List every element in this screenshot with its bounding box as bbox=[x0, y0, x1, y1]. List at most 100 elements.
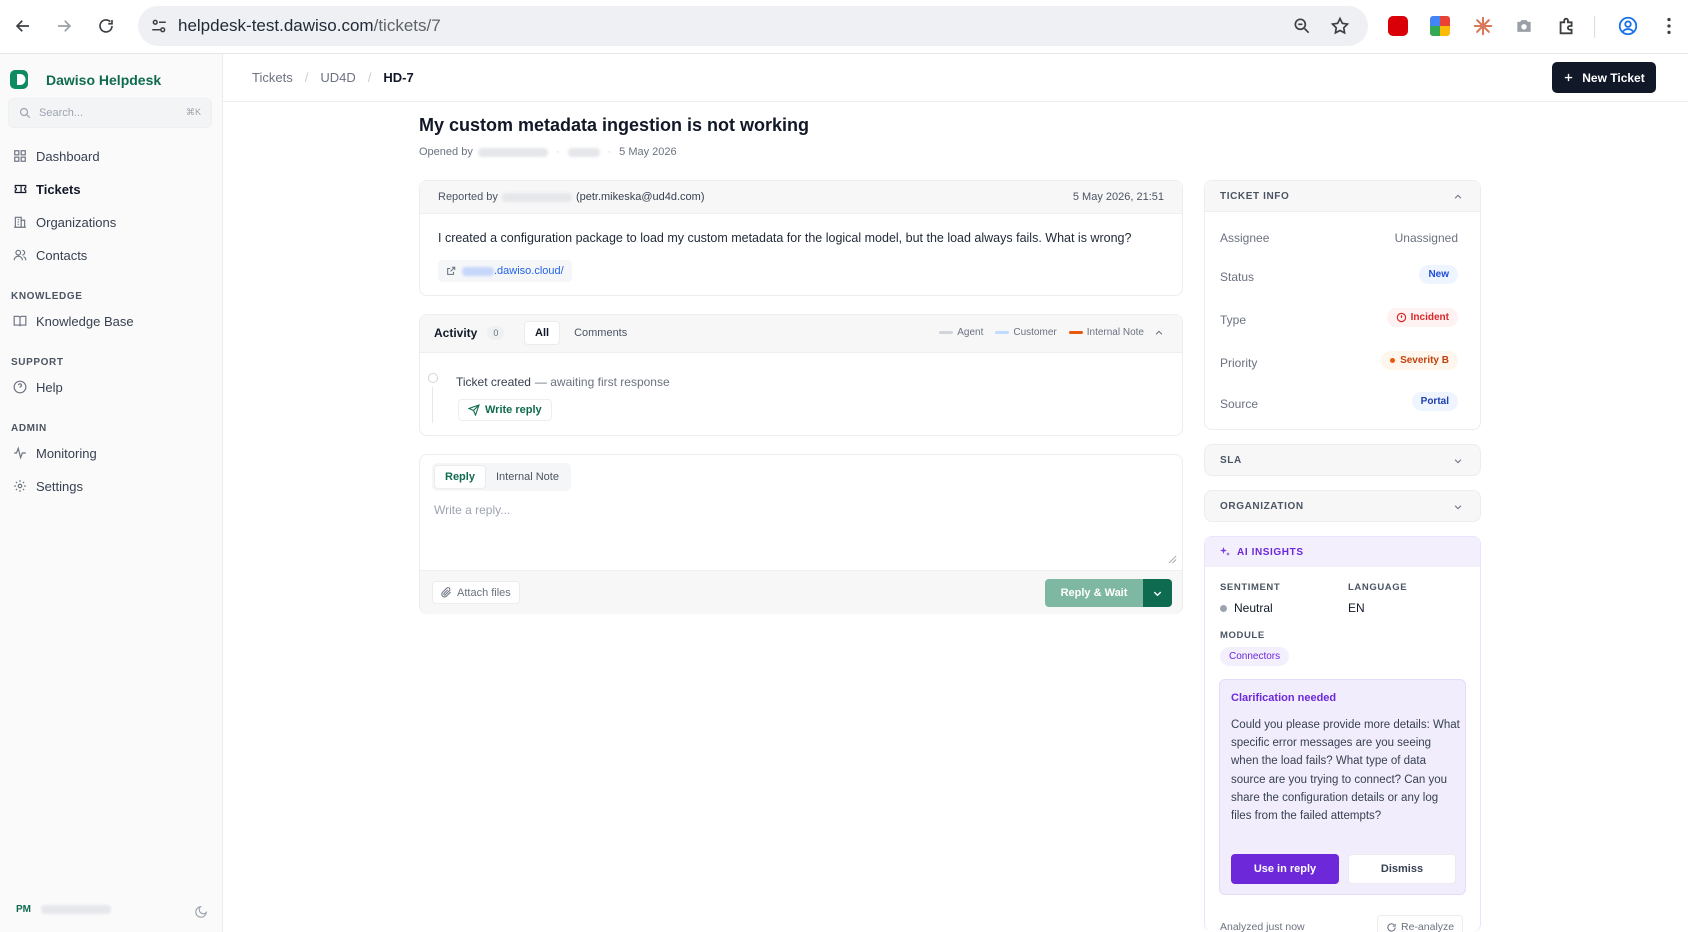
sidebar-item-monitoring[interactable]: Monitoring bbox=[12, 440, 212, 466]
moon-icon[interactable] bbox=[194, 905, 208, 919]
browser-toolbar: helpdesk-test.dawiso.com/tickets/7 bbox=[0, 0, 1688, 54]
reanalyze-button[interactable]: Re-analyze bbox=[1377, 915, 1464, 932]
new-ticket-button[interactable]: New Ticket bbox=[1552, 62, 1656, 93]
event-sub: — awaiting first response bbox=[534, 375, 670, 389]
paperclip-icon bbox=[441, 587, 451, 598]
sidebar-item-organizations[interactable]: Organizations bbox=[12, 209, 212, 235]
extensions-puzzle-icon[interactable] bbox=[1556, 15, 1578, 37]
user-initials: PM bbox=[16, 904, 31, 915]
ticket-info-panel: TICKET INFO Assignee Unassigned Status N… bbox=[1204, 180, 1481, 430]
sidebar: Dawiso Helpdesk Search... ⌘K Dashboard T… bbox=[0, 54, 223, 932]
extension-adblock-icon[interactable] bbox=[1388, 16, 1408, 36]
reply-and-wait-button[interactable]: Reply & Wait bbox=[1045, 579, 1143, 607]
chevron-up-icon bbox=[1454, 194, 1462, 199]
search-input[interactable]: Search... ⌘K bbox=[8, 98, 212, 128]
bookmark-star-icon[interactable] bbox=[1330, 16, 1350, 36]
arrow-left-icon bbox=[15, 20, 29, 32]
ticket-info-header[interactable]: TICKET INFO bbox=[1205, 181, 1480, 212]
sidebar-item-contacts[interactable]: Contacts bbox=[12, 242, 212, 268]
priority-badge[interactable]: Severity B bbox=[1381, 351, 1458, 370]
timeline-dot bbox=[428, 373, 438, 383]
opener-name-blurred bbox=[477, 147, 548, 157]
breadcrumb-separator: / bbox=[367, 70, 372, 85]
language-value: EN bbox=[1348, 601, 1365, 615]
tab-comments[interactable]: Comments bbox=[564, 322, 637, 344]
sidebar-item-label: Settings bbox=[36, 478, 83, 494]
legend-swatch-internal-note bbox=[1068, 331, 1083, 334]
activity-title: Activity bbox=[434, 326, 478, 340]
reload-button[interactable] bbox=[88, 8, 124, 44]
more-menu-icon[interactable] bbox=[1658, 15, 1680, 37]
user-name-blurred bbox=[41, 905, 111, 914]
sidebar-item-settings[interactable]: Settings bbox=[12, 473, 212, 499]
plus-icon bbox=[1565, 73, 1573, 82]
user-footer[interactable]: PM bbox=[16, 904, 111, 915]
tab-internal-note[interactable]: Internal Note bbox=[486, 466, 569, 488]
activity-tabs: All Comments bbox=[524, 321, 637, 345]
activity-title-group: Activity 0 bbox=[434, 326, 505, 340]
write-reply-button[interactable]: Write reply bbox=[458, 399, 552, 421]
attach-files-label: Attach files bbox=[457, 586, 511, 599]
legend-swatch-customer bbox=[995, 331, 1010, 334]
breadcrumb-org[interactable]: UD4D bbox=[320, 70, 355, 85]
zoom-icon[interactable] bbox=[1292, 16, 1312, 36]
tab-all[interactable]: All bbox=[524, 321, 561, 345]
ai-insights-title: AI INSIGHTS bbox=[1237, 546, 1304, 558]
assignee-label: Assignee bbox=[1220, 231, 1270, 245]
ticket-icon bbox=[14, 184, 26, 194]
dashboard-icon bbox=[14, 150, 26, 162]
section-support: SUPPORT bbox=[11, 357, 64, 368]
source-badge[interactable]: Portal bbox=[1411, 392, 1458, 411]
resize-handle-icon[interactable] bbox=[1168, 555, 1177, 564]
breadcrumb: Tickets / UD4D / HD-7 bbox=[252, 70, 414, 85]
brand[interactable]: Dawiso Helpdesk bbox=[10, 70, 161, 89]
sidebar-item-help[interactable]: Help bbox=[12, 374, 212, 400]
meta-dot: · bbox=[555, 146, 560, 158]
chevron-down-icon bbox=[1454, 505, 1462, 510]
dismiss-button[interactable]: Dismiss bbox=[1348, 854, 1456, 884]
chevron-up-icon[interactable] bbox=[1154, 328, 1164, 338]
chevron-down-icon bbox=[1454, 459, 1462, 464]
ticket-link[interactable]: .dawiso.cloud/ bbox=[438, 260, 572, 282]
organization-panel[interactable]: ORGANIZATION bbox=[1204, 490, 1481, 522]
reply-footer: Attach files Reply & Wait bbox=[420, 570, 1182, 614]
use-in-reply-button[interactable]: Use in reply bbox=[1231, 854, 1339, 884]
breadcrumb-separator: / bbox=[304, 70, 309, 85]
sla-title: SLA bbox=[1220, 455, 1242, 466]
opened-by-label: Opened by bbox=[419, 146, 473, 158]
help-icon bbox=[13, 380, 27, 394]
extension-translate-icon[interactable] bbox=[1430, 16, 1450, 36]
camera-icon[interactable] bbox=[1514, 16, 1534, 36]
address-bar[interactable]: helpdesk-test.dawiso.com/tickets/7 bbox=[138, 6, 1368, 46]
assignee-value[interactable]: Unassigned bbox=[1395, 231, 1458, 245]
sidebar-item-tickets[interactable]: Tickets bbox=[12, 176, 212, 202]
reported-at: 5 May 2026, 21:51 bbox=[1072, 191, 1164, 203]
profile-icon[interactable] bbox=[1617, 15, 1639, 37]
reply-textarea[interactable]: Write a reply... bbox=[434, 503, 510, 517]
forward-button[interactable] bbox=[46, 8, 82, 44]
reload-icon bbox=[99, 19, 113, 33]
ai-insights-panel: AI INSIGHTS SENTIMENT Neutral LANGUAGE E… bbox=[1204, 536, 1481, 932]
reply-options-button[interactable] bbox=[1143, 579, 1172, 607]
sla-panel[interactable]: SLA bbox=[1204, 444, 1481, 476]
breadcrumb-tickets[interactable]: Tickets bbox=[252, 70, 293, 85]
ai-insights-header: AI INSIGHTS bbox=[1205, 537, 1480, 567]
extension-claude-icon[interactable] bbox=[1472, 15, 1494, 37]
sentiment-value: Neutral bbox=[1234, 601, 1273, 615]
sidebar-item-label: Tickets bbox=[36, 181, 81, 197]
status-badge[interactable]: New bbox=[1419, 265, 1458, 284]
type-label: Type bbox=[1220, 313, 1247, 327]
attach-files-button[interactable]: Attach files bbox=[432, 581, 520, 604]
type-badge[interactable]: Incident bbox=[1386, 308, 1458, 327]
gear-icon bbox=[14, 480, 26, 492]
event-title: Ticket created bbox=[456, 375, 531, 389]
event-ticket-created: Ticket created — awaiting first response bbox=[456, 375, 670, 389]
back-button[interactable] bbox=[5, 8, 41, 44]
sidebar-item-dashboard[interactable]: Dashboard bbox=[12, 143, 212, 169]
tab-reply[interactable]: Reply bbox=[434, 465, 486, 489]
sentiment-dot bbox=[1220, 604, 1227, 612]
sparkles-icon bbox=[1220, 547, 1230, 556]
search-icon bbox=[19, 107, 31, 119]
legend-internal-note: Internal Note bbox=[1086, 327, 1144, 338]
sidebar-item-knowledge-base[interactable]: Knowledge Base bbox=[12, 308, 212, 334]
